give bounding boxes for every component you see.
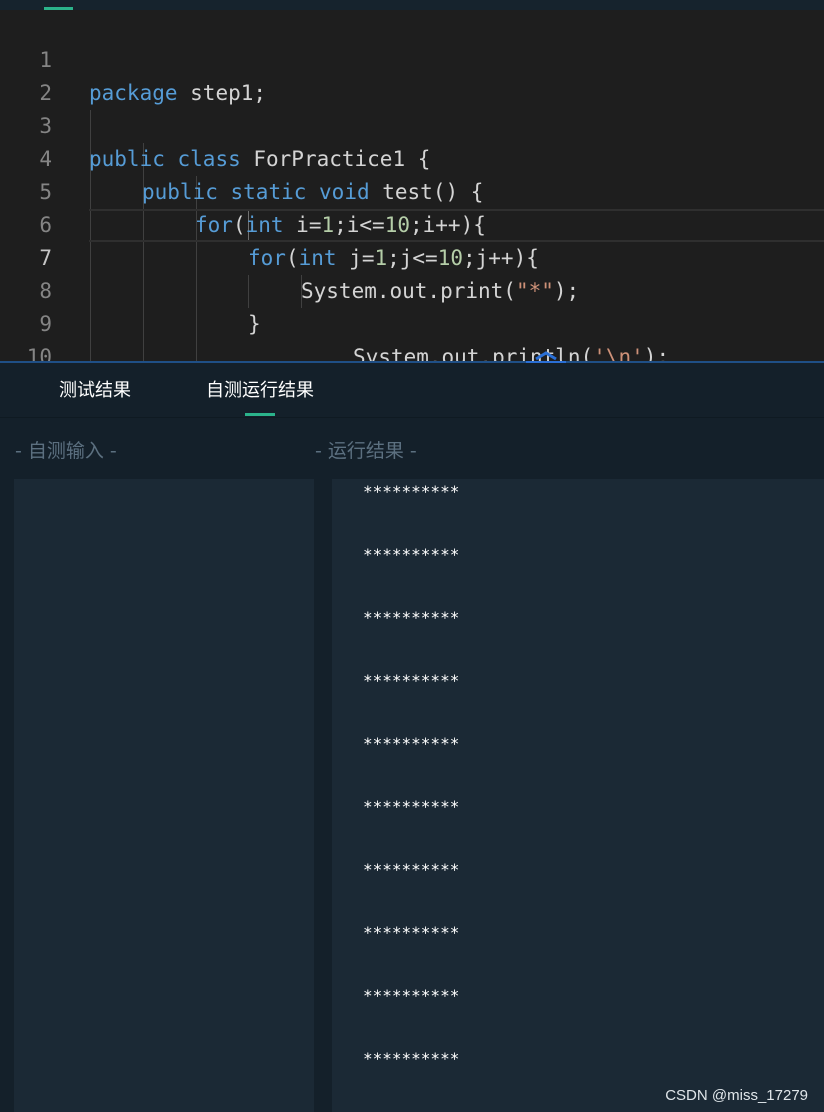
code-editor[interactable]: 1 package step1; 2 3 public class ForPra… (0, 0, 824, 362)
code-line[interactable]: 8 } (0, 242, 824, 336)
output-line: ********** (363, 608, 460, 627)
output-line: ********** (363, 545, 460, 564)
editor-top-strip (0, 0, 824, 10)
code-line[interactable]: 10 } (0, 308, 824, 362)
output-line: ********** (363, 482, 460, 501)
run-panels: - 自测输入 - - 运行结果 - ********** ********** … (0, 418, 824, 1112)
code-line[interactable]: 2 (0, 44, 824, 105)
editor-active-indicator (44, 7, 73, 10)
output-line: ********** (363, 923, 460, 942)
code-line[interactable]: 9 System.out.println('\n'); (0, 275, 824, 362)
output-line: ********** (363, 797, 460, 816)
output-line: ********** (363, 986, 460, 1005)
csdn-watermark: CSDN @miss_17279 (665, 1087, 808, 1104)
code-line[interactable]: 4 public static void test() { (0, 110, 824, 204)
result-tabbar: 测试结果 自测运行结果 (0, 363, 824, 418)
code-line[interactable]: 1 package step1; (0, 11, 824, 105)
tab-test-results[interactable]: 测试结果 (59, 363, 131, 417)
code-line[interactable]: 3 public class ForPractice1 { (0, 77, 824, 171)
code-line-current[interactable]: 7 System.out.print("*"); (0, 209, 824, 303)
active-tab-indicator (245, 413, 275, 416)
self-test-input-field[interactable] (14, 479, 314, 1112)
output-line: ********** (363, 671, 460, 690)
code-line[interactable]: 6 for(int j=1;j<=10;j++){ (0, 176, 824, 270)
code-line[interactable]: 5 for(int i=1;i<=10;i++){ (0, 143, 824, 237)
result-panel-title: - 运行结果 - (315, 440, 417, 462)
input-panel-title: - 自测输入 - (15, 440, 117, 462)
code-line[interactable]: 11 (0, 341, 824, 362)
run-output-area[interactable]: ********** ********** ********** *******… (332, 479, 824, 1112)
output-line: ********** (363, 734, 460, 753)
output-line: ********** (363, 860, 460, 879)
output-line: ********** (363, 1049, 460, 1068)
tab-self-run-results[interactable]: 自测运行结果 (206, 363, 314, 417)
